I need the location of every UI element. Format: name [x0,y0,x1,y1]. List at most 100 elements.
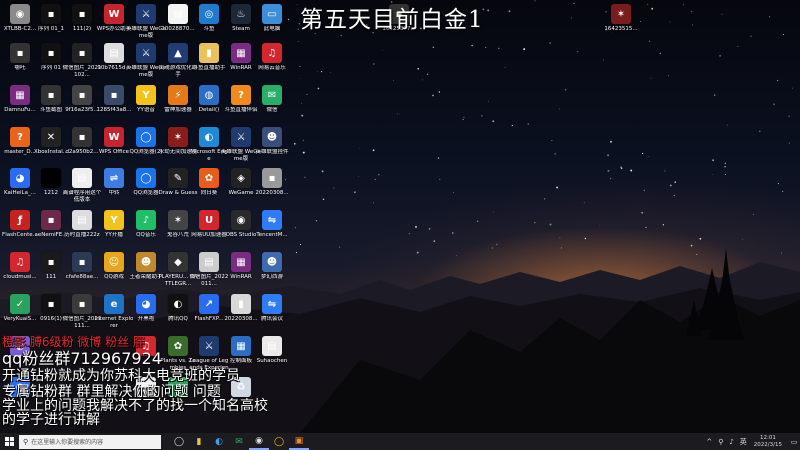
desktop-icon-qqgame[interactable]: ☺ QQ游戏 [97,252,131,294]
taskbar-app-edge[interactable]: ◐ [209,433,229,450]
desktop-icon-drawguess[interactable]: ✎ Draw & Guess [158,168,198,210]
desktop-icon-wegame[interactable]: ◈ WeGame [224,168,258,210]
obs-icon: ◉ [231,210,251,230]
desktop-icon-wxtp2[interactable]: ▤ 微信图片_2022011... [190,252,228,294]
desktop-icon-wxtp3[interactable]: ▪ 微信图片_2021111... [63,294,101,336]
desktop-icon-f128[interactable]: ▪ 1285f43a8... [96,85,132,127]
desktop-icon-lolhelper[interactable]: ▲ 灵魂游戏优化助手 [159,43,197,85]
desktop-icon-f20220308[interactable]: ▮ 20220308... [224,294,258,336]
desktop-icon-yongjie[interactable]: ✶ 永劫无间加速器 [159,127,197,169]
desktop-icon-wechat[interactable]: ✉ 微信 [255,85,289,127]
desktop-icon-d2[interactable]: ▪ d2a950b2... [65,127,99,169]
desktop-icon-douyuzbj[interactable]: ? 斗鱼直播伴侣 [224,85,258,127]
desktop-icon-aeriemini[interactable]: ▪ aeNemiFE... [34,210,68,252]
network-icon[interactable]: ⚲ [718,438,723,446]
notification-center-icon[interactable]: ▭ [788,438,800,446]
desktop-icon-steam[interactable]: ♨ Steam [224,4,258,46]
desktop-icon-xbox[interactable]: ✕ XboxInstal... [34,127,68,169]
taskbar-app-file-explorer[interactable]: ▮ [189,433,209,450]
desktop-icon-mengji[interactable]: ☻ 梦幻西游 [255,252,289,294]
desktop-icon-lol-wegame[interactable]: ⚔ 英雄联盟 WeGame版 [126,4,166,46]
document-icon: ▤ [262,336,282,356]
desktop-icon-f111[interactable]: ▪ 111(2) [65,4,99,46]
taskbar-app-yy[interactable]: ◯ [269,433,289,450]
desktop-icon-xiangrile[interactable]: ✿ 向日葵 [192,168,226,210]
video-file-icon: ▪ [10,43,30,63]
desktop-icon-guiyu[interactable]: ✶ 鬼谷八荒 [161,210,195,252]
desktop-icon-ie[interactable]: e Internet Explorer [95,294,133,336]
taskbar-app-obs[interactable]: ◉ [249,433,269,450]
taskbar-clock[interactable]: 12:01 2022/3/15 [754,435,782,448]
flashfxp-icon: ↗ [199,294,219,314]
desktop-icon-f111b[interactable]: ▪ 111 [34,252,68,294]
desktop-icon-verykuai[interactable]: ✓ VeryKuaiS... [3,294,37,336]
desktop-icon-yy[interactable]: Y YY语音 [129,85,163,127]
desktop-icon-f1212[interactable]: 1212 [34,168,68,210]
steam-icon: ♨ [231,4,251,24]
desktop-icon-detail[interactable]: ◍ Detail() [192,85,226,127]
desktop-icon-neteasemusic[interactable]: ♫ 网易云音乐 [255,43,289,85]
tray-overflow-chevron-icon[interactable]: ^ [706,438,712,446]
flash-icon: ƒ [10,210,30,230]
desktop-icon-yykaibo[interactable]: Y YY开播 [97,210,131,252]
desktop-icon-flashcenter[interactable]: ƒ FlashCente... [2,210,38,252]
desktop-icon-top-icon-2[interactable]: ✶ 16423515... [604,4,638,46]
taskbar-app-douyu[interactable]: ▣ [289,433,309,450]
desktop-icon-f202203[interactable]: ▪ 20220308... [255,168,289,210]
desktop-icon-wxtp[interactable]: ▪ 微信图片_2021102... [63,43,101,85]
desktop-icon-tengxunqq[interactable]: ◐ 腾讯QQ [161,294,195,336]
desktop-icon-lol-wegame2[interactable]: ⚔ 英雄联盟 WeGame版 [126,43,166,85]
desktop-icon-douyushot[interactable]: ▪ 斗鱼截图 [34,85,68,127]
desktop-icon-jiadian[interactable]: ☻ 英雄联盟挂件 [255,127,289,169]
desktop-icon-douyuzb[interactable]: ▮ 斗鱼直播助手 [192,43,226,85]
music-icon: ♫ [10,252,30,272]
desktop-icon-kaiheila2[interactable]: ◕ 开黑啦 [129,294,163,336]
desktop-icon-winrar2[interactable]: ▦ WinRAR [224,252,258,294]
taskbar-app-task-view[interactable]: ◯ [169,433,189,450]
desktop-icon-xulie01[interactable]: ▪ 序列 01 [34,43,68,85]
desktop-icon-qqbrowser[interactable]: ◯ QQ浏览器(2) [129,127,163,169]
input-method-indicator[interactable]: 英 [740,437,747,447]
desktop-icon-f90b[interactable]: ▤ 90b7615d... [97,43,131,85]
desktop-icon-wangzhe[interactable]: ☻ 王者荣耀助手 [129,252,163,294]
douyu-icon: ▣ [294,435,304,446]
taskbar-search-input[interactable]: ⚲ 在这里输入你要搜索的内容 [19,434,161,449]
desktop-icon-flashfxp[interactable]: ↗ FlashFXP... [192,294,226,336]
desktop-icon-tencentmeeting[interactable]: ⇋ 腾讯会议 [255,294,289,336]
start-button[interactable] [0,433,18,450]
desktop-icon-qqbrowser2[interactable]: ◯ QQ浏览器 [129,168,163,210]
desktop-icon-winrar[interactable]: ▦ WinRAR [224,43,258,85]
desktop-icon-kaiheila[interactable]: ◕ KaiHeiLa_... [3,168,37,210]
desktop-icon-nezha[interactable]: ▪ 哪吒 [3,43,37,85]
desktop-icon-xtlbb[interactable]: ◉ XTLBB-C2... [3,4,37,46]
desktop-icon-tencentm[interactable]: ⇋ TencentM... [255,210,289,252]
desktop-icon-wpsyun[interactable]: W WPS办公助手 [97,4,131,46]
desktop-icon-f9a[interactable]: ▪ 9f16a23f5... [65,85,99,127]
desktop-icon-pubg[interactable]: ◆ PLAYERU... BATTLEGR... [158,252,198,294]
desktop-icon-douyu[interactable]: ◎ 斗鱼 [192,4,226,46]
desktop-icon-obs[interactable]: ◉ OBS Studio [224,210,258,252]
taskbar-app-wechat[interactable]: ✉ [229,433,249,450]
desktop-icon-lol3[interactable]: ⚔ 英雄联盟 WeGame版 [221,127,261,169]
desktop-icon-thispc[interactable]: ▭ 此电脑 [255,4,289,46]
image-file-icon: ▪ [41,85,61,105]
desktop-icon-fyyy[interactable]: ▤ 历时直播222z [64,210,100,252]
desktop-icon-f0916[interactable]: ▪ 0916(1) [34,294,68,336]
desktop-icon-damnfu[interactable]: ▦ DamnuFu... [3,85,37,127]
desktop-icon-uuacc[interactable]: U 网易UU加速器 [191,210,227,252]
desktop-icon-xulie1[interactable]: ▪ 序列 01_1 [34,4,68,46]
desktop-icon-cloudmusic[interactable]: ♫ cloudmusi... [3,252,37,294]
character-icon: ☻ [262,252,282,272]
desktop-icon-wps[interactable]: W WPS Office [97,127,131,169]
desktop-icon-zhongxin[interactable]: ⇌ 中转 [97,168,131,210]
control-panel-icon: ▦ [231,336,251,356]
volume-icon[interactable]: ♪ [729,438,733,446]
desktop-icon-qqmusic[interactable]: ♪ QQ音乐 [129,210,163,252]
desktop-icon-master[interactable]: ? master_D... [3,127,37,169]
desktop-icon-subaochen[interactable]: ▤ Suhaochen [255,336,289,378]
desktop-icon-msedge[interactable]: ◐ Microsoft Edge [190,127,228,169]
desktop-icon-cfafe[interactable]: ▪ cfafe88ae... [65,252,99,294]
desktop-icon-f10028[interactable]: ▤ 10028870... [161,4,195,46]
desktop-icon-leishen[interactable]: ⚡ 雷神加速器 [161,85,195,127]
desktop-icon-yingyong[interactable]: ▤ 离谱程序用这个低版本 [63,168,101,210]
